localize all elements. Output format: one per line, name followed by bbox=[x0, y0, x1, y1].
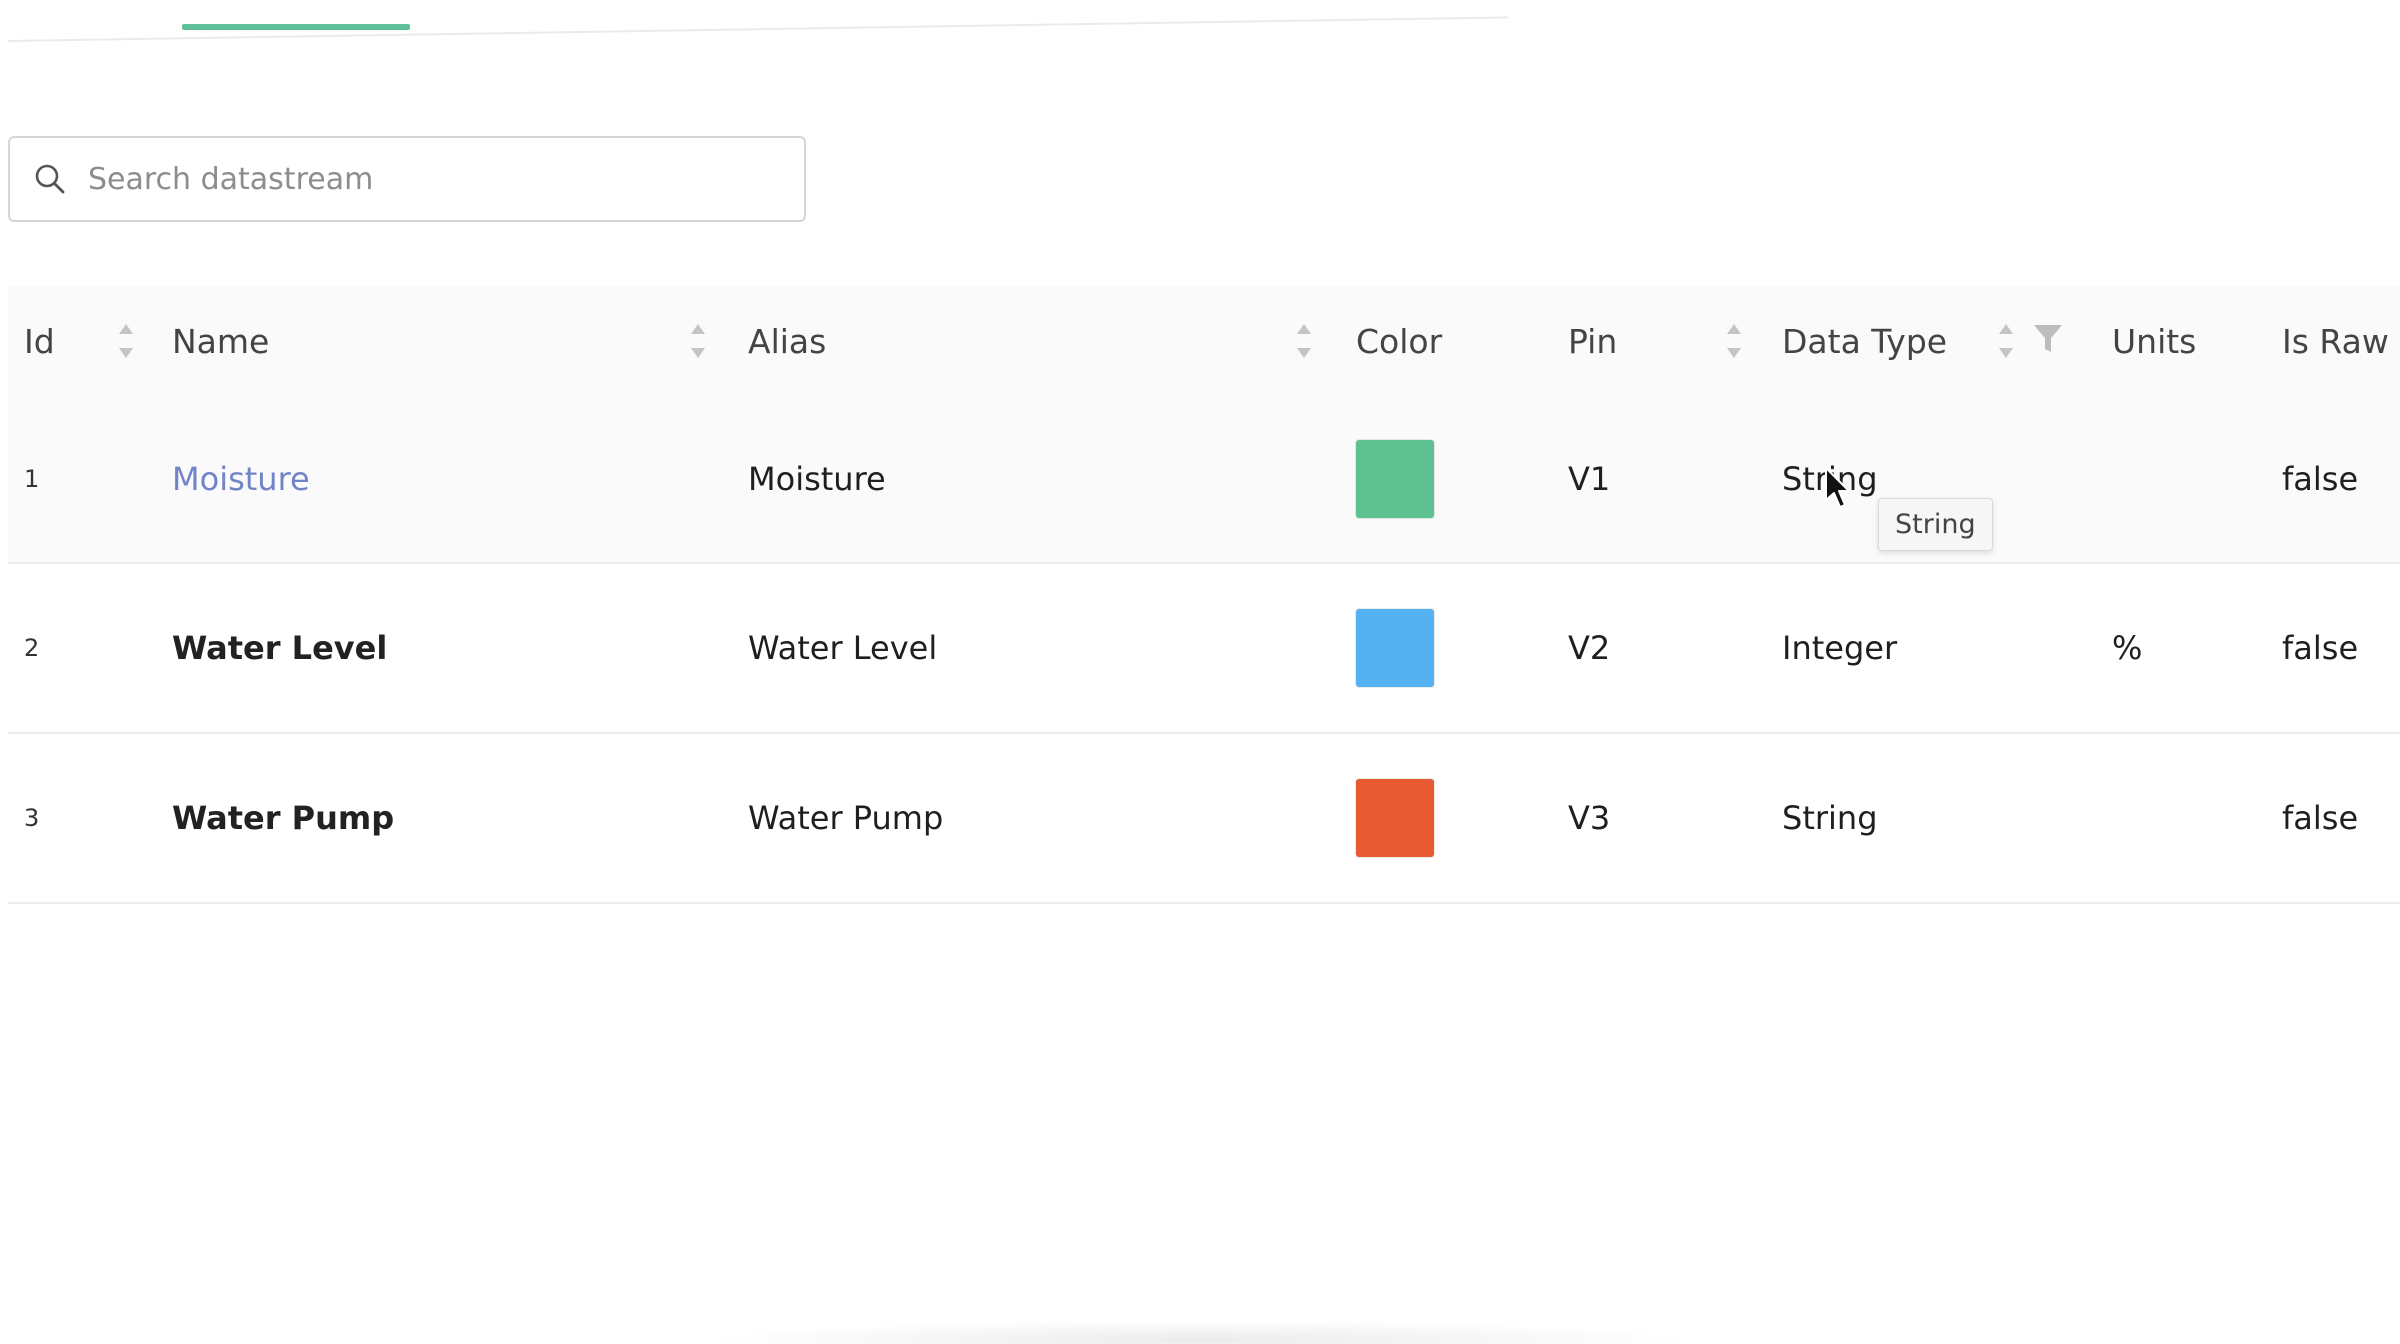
color-swatch bbox=[1356, 779, 1434, 857]
row-alias: Water Level bbox=[748, 629, 938, 667]
sort-icon[interactable] bbox=[1296, 322, 1312, 360]
datastreams-page: Id Name Alias Color Pin Data Type bbox=[0, 0, 2400, 1344]
row-alias: Water Pump bbox=[748, 799, 944, 837]
table-row[interactable]: 2 Water Level Water Level V2 Integer % f… bbox=[8, 564, 2400, 734]
row-id: 3 bbox=[24, 804, 40, 832]
row-is-raw: false bbox=[2282, 799, 2359, 837]
active-tab-indicator bbox=[182, 24, 410, 30]
row-pin: V1 bbox=[1568, 460, 1611, 498]
data-type-tooltip: String bbox=[1878, 498, 1993, 551]
sort-icon[interactable] bbox=[118, 322, 134, 360]
header-units: Units bbox=[2112, 321, 2197, 361]
row-is-raw: false bbox=[2282, 460, 2359, 498]
row-color bbox=[1356, 734, 1434, 902]
row-data-type: Integer bbox=[1782, 629, 1898, 667]
row-alias: Moisture bbox=[748, 460, 886, 498]
sort-icon[interactable] bbox=[1726, 322, 1742, 360]
sort-icon[interactable] bbox=[1998, 322, 2014, 360]
header-pin[interactable]: Pin bbox=[1568, 286, 1617, 396]
row-pin: V2 bbox=[1568, 629, 1611, 667]
row-color bbox=[1356, 564, 1434, 732]
table-row[interactable]: 3 Water Pump Water Pump V3 String false bbox=[8, 734, 2400, 904]
datastream-name[interactable]: Water Pump bbox=[172, 734, 394, 902]
row-id: 2 bbox=[24, 634, 40, 662]
tab-bar-divider bbox=[7, 0, 1508, 42]
row-units: % bbox=[2112, 629, 2143, 667]
header-data-type[interactable]: Data Type bbox=[1782, 286, 1947, 396]
search-box[interactable] bbox=[8, 136, 806, 222]
header-alias[interactable]: Alias bbox=[748, 286, 826, 396]
datastream-name-link[interactable]: Moisture bbox=[172, 396, 310, 562]
color-swatch bbox=[1356, 609, 1434, 687]
row-id: 1 bbox=[24, 465, 40, 493]
color-swatch bbox=[1356, 440, 1434, 518]
table-row[interactable]: 1 Moisture Moisture V1 String false bbox=[8, 396, 2400, 564]
filter-icon[interactable] bbox=[2032, 322, 2064, 356]
row-pin: V3 bbox=[1568, 799, 1611, 837]
header-id[interactable]: Id bbox=[24, 286, 55, 396]
header-color: Color bbox=[1356, 321, 1443, 361]
row-data-type: String bbox=[1782, 799, 1878, 837]
row-color bbox=[1356, 396, 1434, 562]
search-input[interactable] bbox=[86, 160, 770, 198]
datastream-table: Id Name Alias Color Pin Data Type Units … bbox=[8, 286, 2400, 904]
row-is-raw: false bbox=[2282, 629, 2359, 667]
search-icon bbox=[35, 164, 65, 194]
header-name[interactable]: Name bbox=[172, 286, 269, 396]
datastream-name[interactable]: Water Level bbox=[172, 564, 387, 732]
sort-icon[interactable] bbox=[690, 322, 706, 360]
bottom-edge-shadow bbox=[700, 1320, 1700, 1344]
mouse-cursor-icon bbox=[1825, 467, 1850, 508]
table-header: Id Name Alias Color Pin Data Type Units … bbox=[8, 286, 2400, 396]
header-is-raw: Is Raw bbox=[2282, 321, 2389, 361]
